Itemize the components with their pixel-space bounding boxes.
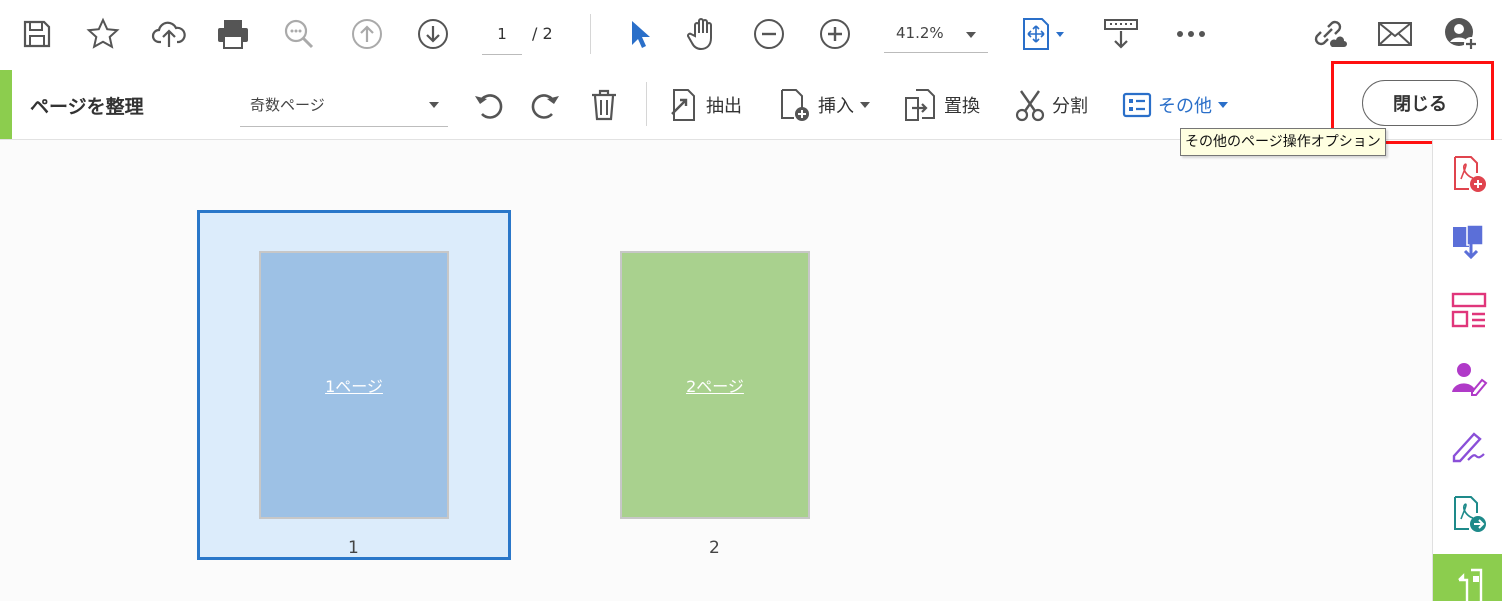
- hand-icon[interactable]: [684, 15, 722, 53]
- page-filter-value: 奇数ページ: [250, 96, 325, 114]
- replace-page-icon: [905, 89, 935, 121]
- list-options-icon: [1122, 92, 1152, 118]
- insert-label: 挿入: [818, 96, 854, 117]
- split-label: 分割: [1052, 96, 1088, 117]
- rotate-left-icon: [475, 94, 503, 119]
- save-icon[interactable]: [18, 15, 56, 53]
- tool-title: ページを整理: [30, 96, 144, 118]
- page-number-2: 2: [709, 538, 720, 558]
- extract-button[interactable]: 抽出: [668, 84, 742, 126]
- page-up-icon[interactable]: [348, 15, 386, 53]
- page-thumbnail-1[interactable]: 1ページ: [259, 251, 449, 519]
- delete-button[interactable]: [588, 84, 620, 126]
- mail-icon[interactable]: [1376, 15, 1414, 53]
- replace-label: 置換: [944, 96, 980, 117]
- fill-sign-icon[interactable]: [1449, 426, 1489, 466]
- extract-icon: [671, 89, 695, 121]
- print-icon[interactable]: [214, 15, 252, 53]
- zoom-out-icon[interactable]: [750, 15, 788, 53]
- page-filter-select[interactable]: 奇数ページ: [240, 88, 448, 127]
- extract-label: 抽出: [706, 96, 742, 117]
- page-number-1: 1: [348, 538, 359, 558]
- request-signature-icon[interactable]: [1449, 358, 1489, 398]
- toolbar-divider: [646, 82, 647, 126]
- replace-button[interactable]: 置換: [902, 84, 980, 126]
- zoom-in-icon[interactable]: [816, 15, 854, 53]
- trash-icon: [592, 89, 616, 121]
- organize-icon[interactable]: [1449, 290, 1489, 330]
- more-options-tooltip: その他のページ操作オプション: [1180, 128, 1386, 156]
- scissors-icon: [1015, 90, 1045, 122]
- add-user-icon[interactable]: [1442, 15, 1480, 53]
- chevron-down-icon: [1218, 102, 1228, 108]
- chevron-down-icon: [966, 32, 976, 38]
- insert-button[interactable]: 挿入: [778, 84, 870, 126]
- split-button[interactable]: 分割: [1014, 84, 1088, 126]
- rotate-right-icon: [531, 94, 559, 119]
- chevron-down-icon: [860, 102, 870, 108]
- more-options-button[interactable]: その他: [1122, 84, 1228, 126]
- page-2-label[interactable]: 2ページ: [686, 373, 744, 397]
- zoom-select[interactable]: 41.2%: [884, 18, 988, 53]
- rotate-right-button[interactable]: [528, 84, 562, 126]
- page-down-icon[interactable]: [414, 15, 452, 53]
- page-1-label[interactable]: 1ページ: [325, 373, 383, 397]
- organize-pages-active-tab[interactable]: [1433, 554, 1502, 601]
- select-arrow-icon[interactable]: [620, 15, 658, 53]
- more-icon[interactable]: [1172, 15, 1210, 53]
- combine-files-icon[interactable]: [1449, 222, 1489, 262]
- star-icon[interactable]: [84, 15, 122, 53]
- create-pdf-icon[interactable]: [1449, 154, 1489, 194]
- fit-page-icon[interactable]: [1018, 15, 1068, 53]
- page-thumbnail-2[interactable]: 2ページ: [620, 251, 810, 519]
- insert-page-icon: [781, 89, 809, 121]
- toolbar-divider: [590, 14, 591, 54]
- main-toolbar: 1 / 2 41.2%: [0, 0, 1502, 71]
- total-pages: / 2: [532, 24, 553, 43]
- scroll-mode-icon[interactable]: [1102, 15, 1140, 53]
- organize-pages-active-icon: [1458, 568, 1483, 601]
- zoom-search-icon[interactable]: [280, 15, 318, 53]
- tool-indicator: [0, 70, 12, 139]
- current-page-input[interactable]: 1: [482, 18, 522, 55]
- more-options-label: その他: [1158, 96, 1212, 117]
- rotate-left-button[interactable]: [472, 84, 506, 126]
- zoom-value: 41.2%: [896, 24, 944, 42]
- tools-rail: [1432, 140, 1502, 601]
- chevron-down-icon: [429, 102, 439, 108]
- cloud-upload-icon[interactable]: [150, 15, 188, 53]
- export-pdf-icon[interactable]: [1449, 494, 1489, 534]
- link-cloud-icon[interactable]: [1310, 15, 1348, 53]
